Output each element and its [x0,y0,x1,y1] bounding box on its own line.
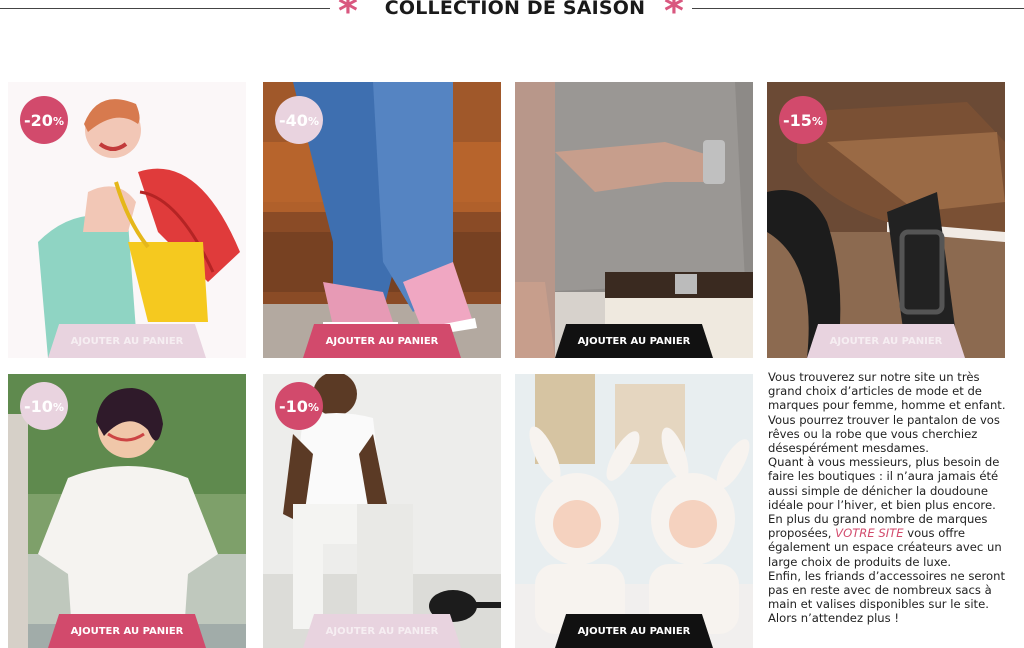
add-to-cart-button[interactable]: AJOUTER AU PANIER [807,324,965,358]
product-card[interactable]: -10% AJOUTER AU PANIER [263,374,501,648]
add-to-cart-button[interactable]: AJOUTER AU PANIER [555,614,713,648]
description-line: également un espace créateurs avec un [768,540,1002,555]
description-line: grand choix d’articles de mode et de [768,384,982,399]
description-line: faire les boutiques : il n’aura jamais é… [768,469,999,484]
description-line: aussi simple de dénicher la doudoune [768,483,989,498]
description-line: Vous trouverez sur notre site un très [768,370,980,384]
product-photo-man-watch[interactable] [515,82,753,358]
description-line: proposées, VOTRE SITE vous offre [768,526,1020,540]
discount-badge: -10% [275,382,323,430]
add-to-cart-button[interactable]: AJOUTER AU PANIER [303,324,461,358]
add-to-cart-button[interactable]: AJOUTER AU PANIER [48,614,206,648]
description-line: Vous pourrez trouver le pantalon de vos [768,412,1000,427]
description-line: Alors n’attendez plus ! [768,611,900,626]
collection-description: Vous trouverez sur notre site un très gr… [768,370,1020,626]
brand-suffix: vous offre [903,526,965,541]
discount-badge: -15% [779,96,827,144]
product-photo-babies[interactable] [515,374,753,648]
description-line: pas en reste avec de nombreux sacs à [768,583,992,598]
description-line: En plus du grand nombre de marques [768,512,988,527]
product-card[interactable]: AJOUTER AU PANIER [515,374,753,648]
header-divider-left [0,8,330,9]
product-card[interactable]: -10% AJOUTER AU PANIER [8,374,246,648]
brand-prefix: proposées, [768,526,836,541]
asterisk-icon: * [664,0,684,33]
discount-badge: -10% [20,382,68,430]
product-card[interactable]: -15% AJOUTER AU PANIER [767,82,1005,358]
brand-link[interactable]: VOTRE SITE [835,526,903,540]
add-to-cart-button[interactable]: AJOUTER AU PANIER [48,324,206,358]
header-divider-right [692,8,1024,9]
description-line: main et valises disponibles sur le site. [768,597,989,612]
description-line: large choix de produits de luxe. [768,554,952,569]
asterisk-icon: * [338,0,358,33]
add-to-cart-button[interactable]: AJOUTER AU PANIER [303,614,461,648]
add-to-cart-button[interactable]: AJOUTER AU PANIER [555,324,713,358]
product-card[interactable]: -40% AJOUTER AU PANIER [263,82,501,358]
description-line: Quant à vous messieurs, plus besoin de [768,455,1000,470]
section-title: COLLECTION DE SAISON [384,0,646,19]
discount-badge: -40% [275,96,323,144]
product-card[interactable]: AJOUTER AU PANIER [515,82,753,358]
description-line: idéale pour l’hiver, et bien plus encore… [768,497,996,512]
discount-badge: -20% [20,96,68,144]
product-card[interactable]: -20% AJOUTER AU PANIER [8,82,246,358]
description-line: désespérément mesdames. [768,441,929,456]
description-line: rêves ou la robe que vous cherchiez [768,426,978,441]
description-line: marques pour femme, homme et enfant. [768,398,1006,413]
description-line: Enfin, les friands d’accessoires ne sero… [768,568,1006,583]
